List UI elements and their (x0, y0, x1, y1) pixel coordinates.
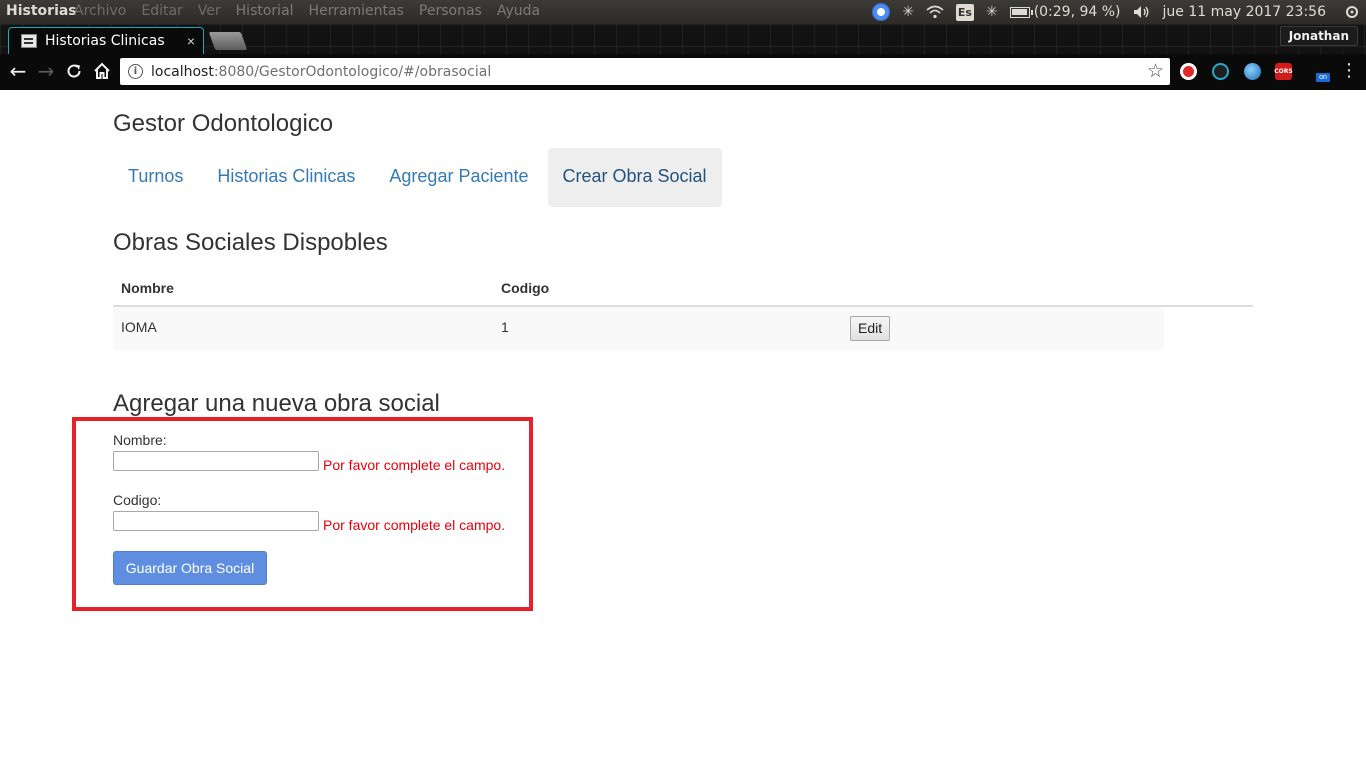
active-window-title: Historias (6, 3, 77, 19)
power-gear-icon[interactable] (1344, 4, 1360, 20)
menu-ayuda[interactable]: Ayuda (497, 3, 540, 19)
profile-button[interactable]: Jonathan (1279, 26, 1358, 46)
menu-editar[interactable]: Editar (141, 3, 182, 19)
codigo-input[interactable] (113, 511, 319, 531)
column-header-nombre: Nombre (121, 280, 174, 296)
obras-sociales-table: Nombre Codigo IOMA 1 Edit (113, 270, 1253, 350)
browser-toolbar: ← → i localhost :8080/GestorOdontologico… (0, 54, 1366, 90)
address-bar[interactable]: i localhost :8080/GestorOdontologico/#/o… (120, 58, 1170, 85)
nav-link-turnos[interactable]: Turnos (113, 148, 198, 207)
battery-status: (0:29, 94 %) (1033, 4, 1121, 20)
edit-button[interactable]: Edit (850, 316, 891, 341)
app-menu-bar: Archivo Editar Ver Historial Herramienta… (74, 3, 555, 19)
system-top-panel: Historias Archivo Editar Ver Historial H… (0, 0, 1366, 24)
nav-link-crear-obra-social[interactable]: Crear Obra Social (547, 148, 722, 207)
menu-archivo[interactable]: Archivo (74, 3, 126, 19)
battery-indicator[interactable]: (0:29, 94 %) (1009, 4, 1121, 20)
url-path: :8080/GestorOdontologico/#/obrasocial (213, 63, 492, 80)
app-title: Gestor Odontologico (113, 110, 334, 137)
bookmark-star-icon[interactable]: ☆ (1147, 60, 1164, 82)
bluetooth-icon[interactable]: ✳ (902, 4, 914, 20)
browser-tab-strip: Historias Clinicas × Jonathan (0, 24, 1366, 54)
bluetooth-icon-secondary[interactable]: ✳ (986, 4, 998, 20)
table-row: IOMA 1 Edit (113, 307, 1164, 350)
browser-menu-icon[interactable]: ⋮ (1340, 60, 1358, 81)
nav-link-historias-clinicas[interactable]: Historias Clinicas (202, 148, 370, 207)
browser-tab-active[interactable]: Historias Clinicas × (8, 27, 204, 54)
menu-historial[interactable]: Historial (236, 3, 294, 19)
form-heading: Agregar una nueva obra social (113, 390, 440, 417)
nav-link-agregar-paciente[interactable]: Agregar Paciente (374, 148, 543, 207)
nombre-error-message: Por favor complete el campo. (323, 457, 506, 473)
panel-indicators: ✳ Es ✳ (0:29, 94 %) jue 11 may 2017 23:5… (866, 0, 1366, 24)
menu-herramientas[interactable]: Herramientas (309, 3, 404, 19)
page-content: Gestor Odontologico Turnos Historias Cli… (0, 90, 1366, 768)
menu-personas[interactable]: Personas (419, 3, 482, 19)
main-nav: Turnos Historias Clinicas Agregar Pacien… (113, 148, 726, 207)
tab-close-icon[interactable]: × (187, 33, 195, 49)
keyboard-layout-indicator[interactable]: Es (955, 3, 974, 21)
codigo-error-message: Por favor complete el campo. (323, 517, 506, 533)
cell-nombre: IOMA (121, 319, 157, 335)
extension-cloud-icon[interactable] (1212, 63, 1229, 80)
codigo-label: Codigo: (113, 492, 162, 508)
battery-icon (1009, 6, 1033, 18)
extension-stop-icon[interactable] (1180, 63, 1197, 80)
site-info-icon[interactable]: i (128, 64, 143, 79)
forward-arrow-icon[interactable]: → (34, 59, 58, 83)
url-host: localhost (151, 63, 214, 80)
obras-sociales-heading: Obras Sociales Dispobles (113, 229, 388, 256)
table-header: Nombre Codigo (113, 270, 1253, 307)
tab-title: Historias Clinicas (45, 33, 165, 49)
guardar-obra-social-button[interactable]: Guardar Obra Social (113, 551, 267, 585)
clock[interactable]: jue 11 may 2017 23:56 (1163, 4, 1326, 20)
column-header-codigo: Codigo (501, 280, 550, 296)
nombre-label: Nombre: (113, 432, 167, 448)
chrome-indicator-icon[interactable] (872, 3, 891, 21)
cell-codigo: 1 (501, 319, 509, 335)
extension-on-badge-icon[interactable]: on (1316, 73, 1330, 82)
back-arrow-icon[interactable]: ← (6, 59, 30, 83)
home-icon[interactable] (90, 59, 114, 83)
tab-favicon-icon (21, 34, 37, 48)
cell-action: Edit (850, 307, 891, 350)
extension-globe-icon[interactable] (1244, 63, 1261, 80)
extension-cors-icon[interactable]: CORS (1274, 63, 1293, 80)
menu-ver[interactable]: Ver (198, 3, 221, 19)
reload-icon[interactable] (62, 59, 86, 83)
new-tab-button[interactable] (208, 32, 248, 50)
wifi-icon[interactable] (926, 5, 944, 19)
volume-icon[interactable] (1133, 5, 1151, 19)
nombre-input[interactable] (113, 451, 319, 471)
